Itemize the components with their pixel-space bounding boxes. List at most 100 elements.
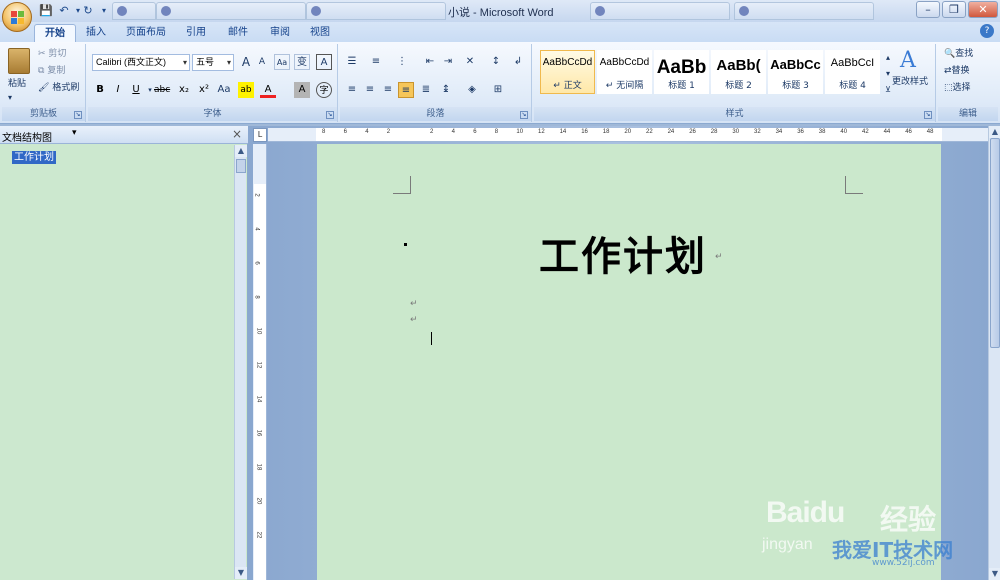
- tab-mailings[interactable]: 邮件: [218, 24, 258, 42]
- bullets-icon[interactable]: ☰: [344, 54, 360, 70]
- taskbar-tab[interactable]: [306, 2, 446, 20]
- tab-home[interactable]: 开始: [34, 24, 76, 42]
- multilevel-list-icon[interactable]: ⋮: [394, 54, 410, 70]
- tab-selector-icon[interactable]: L: [253, 128, 267, 142]
- minimize-button[interactable]: –: [916, 1, 940, 18]
- line-spacing-icon[interactable]: ↨: [438, 82, 454, 98]
- help-icon[interactable]: ?: [980, 24, 994, 38]
- styles-launcher-icon[interactable]: ↘: [924, 111, 932, 119]
- italic-button[interactable]: I: [110, 82, 126, 98]
- customize-qat-icon[interactable]: ▾: [96, 3, 112, 19]
- char-shading-icon[interactable]: A: [294, 82, 310, 98]
- taskbar-tab[interactable]: [734, 2, 874, 20]
- taskbar-tab[interactable]: [590, 2, 730, 20]
- style-tile[interactable]: AaBbCcI 标题 4: [825, 50, 880, 94]
- tab-review[interactable]: 审阅: [260, 24, 300, 42]
- style-name: ↵ 正文: [553, 81, 582, 91]
- superscript-button[interactable]: x²: [196, 82, 212, 98]
- horizontal-ruler[interactable]: 8 6 4 2 2 4 6 8 10 12 14 16 18 20 22 24 26 28 30 32 34 36 38 40…: [268, 128, 988, 142]
- select-button[interactable]: ⬚选择: [944, 80, 971, 96]
- align-center-icon[interactable]: ≡: [362, 82, 378, 98]
- decrease-indent-icon[interactable]: ⇤: [422, 54, 438, 70]
- borders-icon[interactable]: ⊞: [490, 82, 506, 98]
- tab-insert[interactable]: 插入: [76, 24, 116, 42]
- style-tile[interactable]: AaBb 标题 1: [654, 50, 709, 94]
- style-tile[interactable]: AaBb(标题 2: [711, 50, 766, 94]
- copy-button[interactable]: ⧉ 复制: [38, 63, 65, 79]
- strikethrough-button[interactable]: abc: [154, 82, 170, 98]
- show-marks-icon[interactable]: ↲: [510, 54, 526, 70]
- distributed-icon[interactable]: ≣: [418, 82, 434, 98]
- grow-font-icon[interactable]: A: [238, 54, 254, 70]
- phonetic-guide-icon[interactable]: 变: [294, 54, 310, 70]
- align-left-icon[interactable]: ≡: [344, 82, 360, 98]
- numbering-icon[interactable]: ≡: [368, 54, 384, 70]
- format-painter-button[interactable]: 🖌 格式刷: [38, 80, 79, 96]
- scroll-up-icon[interactable]: ▲: [989, 126, 1000, 138]
- ruler-tick-label: 10: [516, 129, 524, 135]
- ruler-tick-label: 42: [862, 129, 869, 135]
- close-pane-icon[interactable]: ×: [232, 127, 242, 141]
- ruler-text-area: [254, 184, 266, 580]
- tab-references[interactable]: 引用: [176, 24, 216, 42]
- styles-scroll-up-icon[interactable]: ▴: [880, 50, 896, 66]
- font-name-select[interactable]: Calibri (西文正文): [92, 54, 190, 71]
- char-border-icon[interactable]: A: [316, 54, 332, 70]
- paste-dropdown-icon[interactable]: ▾: [8, 90, 12, 106]
- clear-format-icon[interactable]: Aa: [274, 54, 290, 70]
- clipboard-group: 粘贴 ▾ ✂ 剪切 ⧉ 复制 🖌 格式刷 剪贴板 ↘: [2, 44, 86, 122]
- clipboard-launcher-icon[interactable]: ↘: [74, 111, 82, 119]
- sort-icon[interactable]: ↕: [488, 54, 504, 70]
- pane-scrollbar[interactable]: ▲ ▼: [234, 145, 247, 579]
- style-tile[interactable]: AaBbCcDd ↵ 无间隔: [597, 50, 652, 94]
- highlight-icon[interactable]: ab: [238, 82, 254, 98]
- font-color-icon[interactable]: A: [260, 82, 276, 98]
- ruler-tick-label: 12: [538, 129, 545, 135]
- maximize-button[interactable]: ❐: [942, 1, 966, 18]
- editing-group-label: 编辑: [938, 107, 998, 121]
- find-button[interactable]: 🔍查找: [944, 46, 973, 62]
- change-styles-icon[interactable]: A: [900, 48, 924, 73]
- style-tile[interactable]: AaBbCc 标题 3: [768, 50, 823, 94]
- shading-icon[interactable]: ◈: [464, 82, 480, 98]
- justify-icon[interactable]: ≡: [398, 82, 414, 98]
- vertical-scrollbar[interactable]: ▲ ▼: [988, 126, 1000, 580]
- change-case-icon[interactable]: Aa: [216, 82, 232, 98]
- pane-dropdown-icon[interactable]: ▾: [72, 128, 77, 138]
- replace-button[interactable]: ⇄替换: [944, 63, 970, 79]
- save-icon[interactable]: 💾: [38, 3, 54, 19]
- bold-button[interactable]: B: [92, 82, 108, 98]
- font-size-select[interactable]: 五号: [192, 54, 234, 71]
- scroll-thumb[interactable]: [990, 138, 1000, 348]
- document-page[interactable]: 工作计划 ↵ ↵ ↵: [317, 144, 941, 580]
- ruler-tick-label: 16: [581, 129, 588, 135]
- shrink-font-icon[interactable]: A: [254, 54, 270, 70]
- tab-page-layout[interactable]: 页面布局: [116, 24, 176, 42]
- vertical-ruler[interactable]: 2 4 6 8 10 12 14 16 18 20 22: [253, 144, 267, 580]
- scroll-down-icon[interactable]: ▼: [989, 568, 1000, 580]
- taskbar-tab[interactable]: [112, 2, 156, 20]
- taskbar-tab[interactable]: [156, 2, 306, 20]
- close-button[interactable]: ✕: [968, 1, 998, 18]
- subscript-button[interactable]: x₂: [176, 82, 192, 98]
- redo-icon[interactable]: ↻: [80, 3, 96, 19]
- scroll-down-icon[interactable]: ▼: [235, 567, 247, 579]
- scroll-up-icon[interactable]: ▲: [235, 145, 247, 157]
- paste-icon[interactable]: [8, 48, 30, 74]
- increase-indent-icon[interactable]: ⇥: [440, 54, 456, 70]
- chinese-layout-icon[interactable]: ✕: [462, 54, 478, 70]
- tab-view[interactable]: 视图: [300, 24, 340, 42]
- ruler-tick-label: 2: [253, 193, 260, 197]
- paragraph-launcher-icon[interactable]: ↘: [520, 111, 528, 119]
- change-styles-button[interactable]: 更改样式: [892, 74, 928, 90]
- style-tile[interactable]: AaBbCcDd ↵ 正文: [540, 50, 595, 94]
- cut-button[interactable]: ✂ 剪切: [38, 46, 66, 62]
- pane-scroll-thumb[interactable]: [236, 159, 246, 173]
- document-title[interactable]: 工作计划: [539, 224, 707, 282]
- office-button[interactable]: [2, 2, 32, 32]
- encircle-char-icon[interactable]: 字: [316, 82, 332, 98]
- font-launcher-icon[interactable]: ↘: [326, 111, 334, 119]
- document-map-item[interactable]: 工作计划: [12, 151, 56, 164]
- align-right-icon[interactable]: ≡: [380, 82, 396, 98]
- ribbon-tabs: 开始 插入 页面布局 引用 邮件 审阅 视图: [0, 22, 1000, 42]
